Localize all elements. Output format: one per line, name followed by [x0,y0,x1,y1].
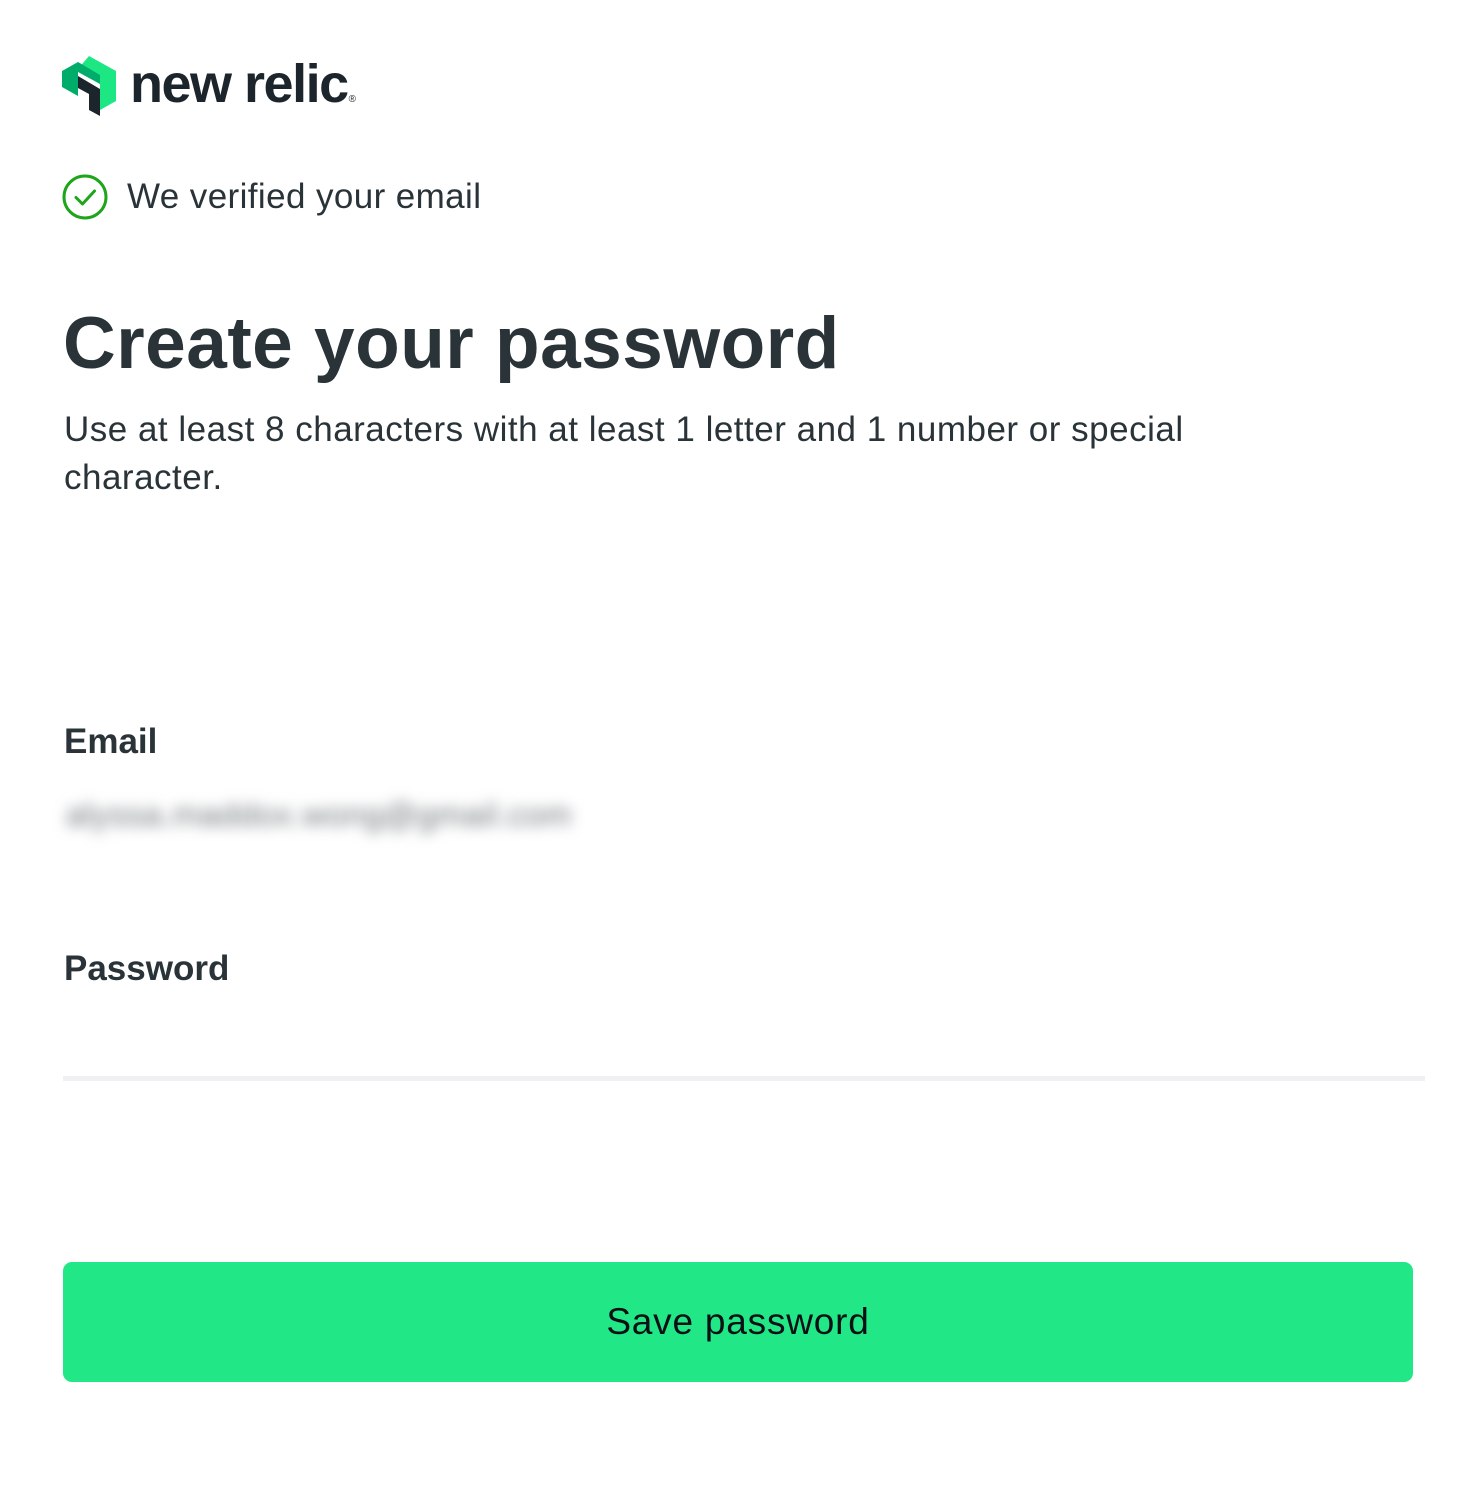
verified-message: We verified your email [127,177,482,216]
verified-status: We verified your email [62,174,481,220]
email-value: alyssa.maddox.wong@gmail.com [66,796,573,833]
password-requirements: Use at least 8 characters with at least … [64,410,1184,497]
password-label: Password [64,949,230,988]
brand-logo: new relic® [62,56,356,116]
check-circle-icon [62,174,108,220]
new-relic-logo-icon [62,56,116,116]
password-input[interactable] [63,1010,1425,1081]
email-label: Email [64,722,158,761]
save-password-button[interactable]: Save password [63,1262,1413,1382]
brand-wordmark: new relic® [130,54,356,114]
page-title: Create your password [63,303,840,384]
